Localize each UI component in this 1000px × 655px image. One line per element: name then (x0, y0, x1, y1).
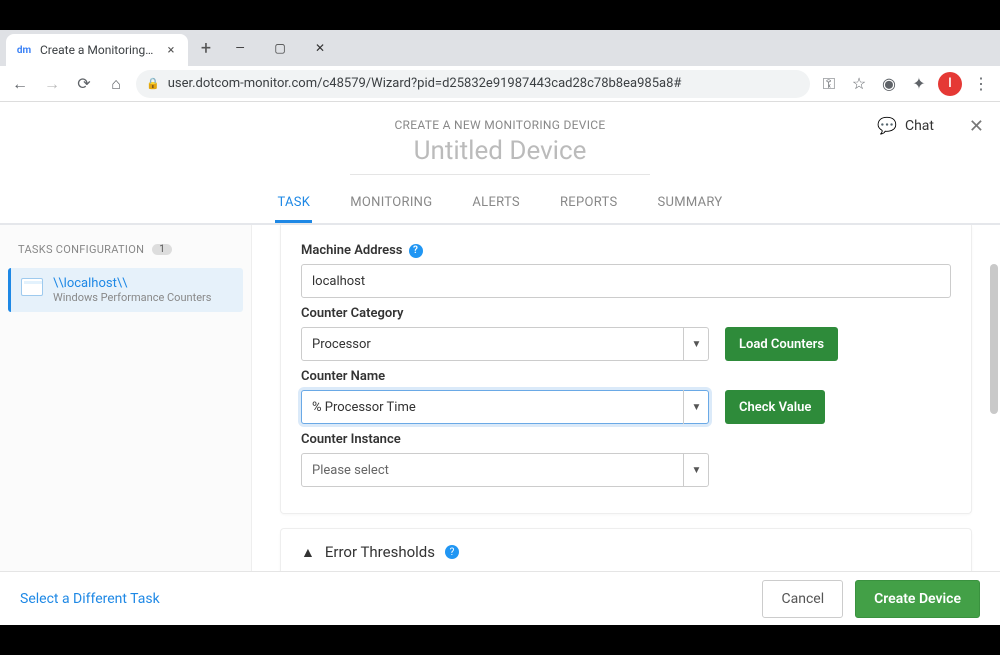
counter-instance-select-wrap[interactable]: Please select ▼ (301, 453, 709, 487)
label-counter-category: Counter Category (301, 306, 951, 321)
counter-instance-select[interactable]: Please select (301, 453, 709, 487)
machine-address-input[interactable] (301, 264, 951, 298)
main-panel: Machine Address ? Counter Category Proce… (252, 225, 1000, 593)
chat-label: Chat (905, 118, 934, 134)
browser-tab[interactable]: dm Create a Monitoring Device × (6, 34, 188, 66)
chat-button[interactable]: 💬 Chat (869, 112, 942, 139)
lock-icon: 🔒 (146, 77, 160, 90)
tab-favicon: dm (16, 42, 32, 58)
sidebar-item-subtitle: Windows Performance Counters (53, 291, 211, 304)
url-bar[interactable]: 🔒 user.dotcom-monitor.com/c48579/Wizard?… (136, 70, 810, 98)
label-counter-name: Counter Name (301, 369, 951, 384)
counter-category-select-wrap[interactable]: Processor ▼ (301, 327, 709, 361)
task-card: Machine Address ? Counter Category Proce… (280, 225, 972, 514)
check-value-button[interactable]: Check Value (725, 390, 825, 424)
chat-icon: 💬 (877, 116, 897, 135)
create-device-button[interactable]: Create Device (855, 580, 980, 618)
new-tab-button[interactable]: + (192, 34, 220, 62)
counter-category-select[interactable]: Processor (301, 327, 709, 361)
browser-menu-icon[interactable]: ⋮ (970, 73, 992, 95)
label-machine-address: Machine Address ? (301, 243, 951, 258)
window-minimize-icon[interactable]: — (220, 34, 260, 62)
counter-name-select[interactable]: % Processor Time (301, 390, 709, 424)
select-different-task-link[interactable]: Select a Different Task (20, 591, 160, 607)
load-counters-button[interactable]: Load Counters (725, 327, 838, 361)
label-counter-instance: Counter Instance (301, 432, 951, 447)
sidebar-item-task[interactable]: \\localhost\\ Windows Performance Counte… (8, 268, 243, 312)
sidebar: TASKS CONFIGURATION 1 \\localhost\\ Wind… (0, 225, 252, 593)
nav-reload-icon[interactable]: ⟳ (72, 72, 96, 96)
nav-back-icon[interactable]: ← (8, 72, 32, 96)
extensions-icon[interactable]: ✦ (908, 73, 930, 95)
tab-task[interactable]: TASK (275, 185, 312, 223)
sidebar-item-title: \\localhost\\ (53, 276, 211, 291)
nav-home-icon[interactable]: ⌂ (104, 72, 128, 96)
star-icon[interactable]: ☆ (848, 73, 870, 95)
window-close-icon[interactable]: ✕ (300, 34, 340, 62)
tab-monitoring[interactable]: MONITORING (348, 185, 434, 223)
url-text: user.dotcom-monitor.com/c48579/Wizard?pi… (168, 76, 800, 91)
cancel-button[interactable]: Cancel (762, 580, 843, 618)
warning-icon: ▲ (301, 544, 315, 561)
scrollbar[interactable] (990, 264, 998, 414)
sidebar-heading: TASKS CONFIGURATION 1 (8, 239, 243, 268)
tab-close-icon[interactable]: × (164, 43, 178, 57)
help-icon[interactable]: ? (409, 244, 423, 258)
tab-title: Create a Monitoring Device (40, 43, 156, 57)
nav-forward-icon[interactable]: → (40, 72, 64, 96)
window-maximize-icon[interactable]: ▢ (260, 34, 300, 62)
circle-icon[interactable]: ◉ (878, 73, 900, 95)
help-icon[interactable]: ? (445, 545, 459, 559)
footer-bar: Select a Different Task Cancel Create De… (0, 571, 1000, 625)
header-close-icon[interactable]: ✕ (969, 116, 984, 137)
profile-avatar[interactable]: I (938, 72, 962, 96)
tab-summary[interactable]: SUMMARY (655, 185, 724, 223)
task-thumb-icon (21, 278, 43, 296)
browser-tab-bar: dm Create a Monitoring Device × + — ▢ ✕ (0, 30, 1000, 66)
key-icon[interactable]: ⚿ (818, 73, 840, 95)
tab-reports[interactable]: REPORTS (558, 185, 620, 223)
sidebar-count-badge: 1 (152, 244, 172, 255)
error-thresholds-title: ▲ Error Thresholds ? (301, 543, 951, 561)
page-header: CREATE A NEW MONITORING DEVICE Untitled … (0, 102, 1000, 224)
tab-alerts[interactable]: ALERTS (470, 185, 522, 223)
superhead: CREATE A NEW MONITORING DEVICE (0, 112, 1000, 136)
device-title[interactable]: Untitled Device (0, 136, 1000, 174)
wizard-tabs: TASK MONITORING ALERTS REPORTS SUMMARY (0, 185, 1000, 223)
browser-address-bar: ← → ⟳ ⌂ 🔒 user.dotcom-monitor.com/c48579… (0, 66, 1000, 102)
counter-name-select-wrap[interactable]: % Processor Time ▼ (301, 390, 709, 424)
